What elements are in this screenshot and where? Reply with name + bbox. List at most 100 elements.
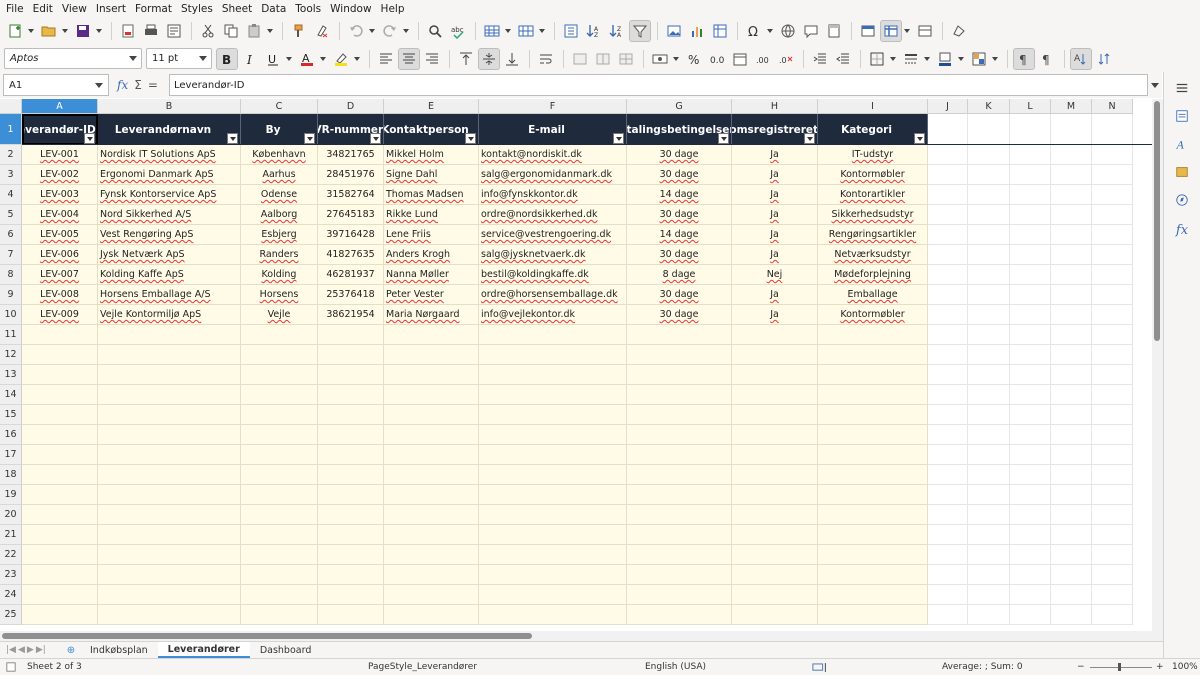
table-cell[interactable]: Lene Friis xyxy=(384,225,479,245)
empty-cell[interactable] xyxy=(1051,485,1092,505)
first-sheet-icon[interactable]: |◀ xyxy=(6,645,16,655)
empty-cell[interactable] xyxy=(1092,545,1133,565)
empty-cell[interactable] xyxy=(1092,605,1133,625)
table-cell[interactable] xyxy=(318,445,384,465)
table-cell[interactable] xyxy=(627,325,732,345)
table-cell[interactable] xyxy=(818,505,928,525)
table-cell[interactable] xyxy=(627,585,732,605)
empty-cell[interactable] xyxy=(1051,265,1092,285)
row-header-20[interactable]: 20 xyxy=(0,505,22,525)
empty-cell[interactable] xyxy=(1092,585,1133,605)
table-cell[interactable] xyxy=(384,505,479,525)
empty-cell[interactable] xyxy=(928,445,968,465)
table-cell[interactable] xyxy=(627,605,732,625)
empty-cell[interactable] xyxy=(1010,365,1051,385)
table-cell[interactable] xyxy=(22,525,98,545)
empty-cell[interactable] xyxy=(928,525,968,545)
empty-cell[interactable] xyxy=(1092,185,1133,205)
autofilter-dropdown-icon[interactable] xyxy=(304,133,315,144)
table-cell[interactable] xyxy=(627,425,732,445)
empty-cell[interactable] xyxy=(1010,245,1051,265)
table-cell[interactable] xyxy=(818,385,928,405)
table-cell[interactable] xyxy=(22,325,98,345)
empty-cell[interactable] xyxy=(1010,205,1051,225)
header-cell[interactable]: Momsregistreret xyxy=(732,114,818,145)
table-cell[interactable] xyxy=(241,365,318,385)
undo-icon[interactable] xyxy=(345,20,367,42)
table-cell[interactable] xyxy=(384,365,479,385)
table-cell[interactable] xyxy=(732,385,818,405)
table-cell[interactable] xyxy=(627,385,732,405)
column-header-k[interactable]: K xyxy=(968,99,1010,114)
border-style-icon[interactable] xyxy=(900,48,922,70)
table-cell[interactable]: 14 dage xyxy=(627,225,732,245)
save-dropdown[interactable] xyxy=(95,20,102,42)
table-cell[interactable] xyxy=(627,465,732,485)
empty-cell[interactable] xyxy=(928,265,968,285)
formula-icon[interactable]: = xyxy=(148,78,158,92)
empty-cell[interactable] xyxy=(1092,265,1133,285)
borders-dropdown[interactable] xyxy=(889,48,896,70)
define-print-area-icon[interactable] xyxy=(857,20,879,42)
gallery-icon[interactable] xyxy=(1174,164,1190,180)
column-header-a[interactable]: A xyxy=(22,99,98,114)
hyperlink-icon[interactable] xyxy=(777,20,799,42)
table-cell[interactable] xyxy=(479,405,627,425)
empty-cell[interactable] xyxy=(1092,285,1133,305)
table-cell[interactable] xyxy=(384,545,479,565)
autofilter-dropdown-icon[interactable] xyxy=(84,133,95,144)
table-cell[interactable]: Thomas Madsen xyxy=(384,185,479,205)
table-cell[interactable] xyxy=(241,465,318,485)
print-icon[interactable] xyxy=(140,20,162,42)
table-cell[interactable] xyxy=(22,585,98,605)
table-cell[interactable] xyxy=(98,405,241,425)
table-cell[interactable] xyxy=(384,325,479,345)
table-cell[interactable] xyxy=(627,405,732,425)
open-dropdown[interactable] xyxy=(61,20,68,42)
table-cell[interactable]: 39716428 xyxy=(318,225,384,245)
table-cell[interactable] xyxy=(98,385,241,405)
table-cell[interactable] xyxy=(22,485,98,505)
empty-cell[interactable] xyxy=(1051,185,1092,205)
header-cell[interactable]: Kategori xyxy=(818,114,928,145)
row-header-21[interactable]: 21 xyxy=(0,525,22,545)
table-cell[interactable] xyxy=(479,365,627,385)
copy-icon[interactable] xyxy=(220,20,242,42)
table-cell[interactable]: ordre@nordsikkerhed.dk xyxy=(479,205,627,225)
styles-icon[interactable]: A xyxy=(1174,136,1190,152)
empty-cell[interactable] xyxy=(1010,325,1051,345)
row-header-11[interactable]: 11 xyxy=(0,325,22,345)
table-cell[interactable] xyxy=(732,485,818,505)
empty-cell[interactable] xyxy=(1092,165,1133,185)
table-cell[interactable]: Kolding xyxy=(241,265,318,285)
table-cell[interactable] xyxy=(318,465,384,485)
headers-footers-icon[interactable] xyxy=(823,20,845,42)
row-header-12[interactable]: 12 xyxy=(0,345,22,365)
table-cell[interactable] xyxy=(98,425,241,445)
zoom-slider-handle[interactable] xyxy=(1118,663,1121,671)
next-sheet-icon[interactable]: ▶ xyxy=(27,645,34,655)
border-color-icon[interactable] xyxy=(934,48,956,70)
unmerge-cells-icon[interactable] xyxy=(615,48,637,70)
table-cell[interactable] xyxy=(479,385,627,405)
zoom-level[interactable]: 100% xyxy=(1172,662,1198,672)
empty-cell[interactable] xyxy=(1010,605,1051,625)
align-center-icon[interactable] xyxy=(398,47,420,70)
selection-mode-icon[interactable] xyxy=(812,663,828,675)
table-cell[interactable] xyxy=(318,365,384,385)
table-cell[interactable] xyxy=(98,505,241,525)
menu-sheet[interactable]: Sheet xyxy=(219,3,258,15)
table-cell[interactable] xyxy=(732,605,818,625)
table-cell[interactable]: Emballage xyxy=(818,285,928,305)
menu-file[interactable]: File xyxy=(3,3,30,15)
table-cell[interactable]: 14 dage xyxy=(627,185,732,205)
decrease-indent-icon[interactable] xyxy=(832,48,854,70)
print-preview-icon[interactable] xyxy=(163,20,185,42)
empty-cell[interactable] xyxy=(968,585,1010,605)
save-icon[interactable] xyxy=(72,20,94,42)
table-cell[interactable] xyxy=(22,565,98,585)
table-cell[interactable] xyxy=(384,345,479,365)
spreadsheet-grid[interactable]: A B C D E F G H I J K L M N 1 2 3 4 5 6 7 8 9 10 11 12 13 14 15 16 17 1… xyxy=(0,99,1152,631)
italic-icon[interactable]: I xyxy=(239,48,261,70)
empty-cell[interactable] xyxy=(1092,365,1133,385)
